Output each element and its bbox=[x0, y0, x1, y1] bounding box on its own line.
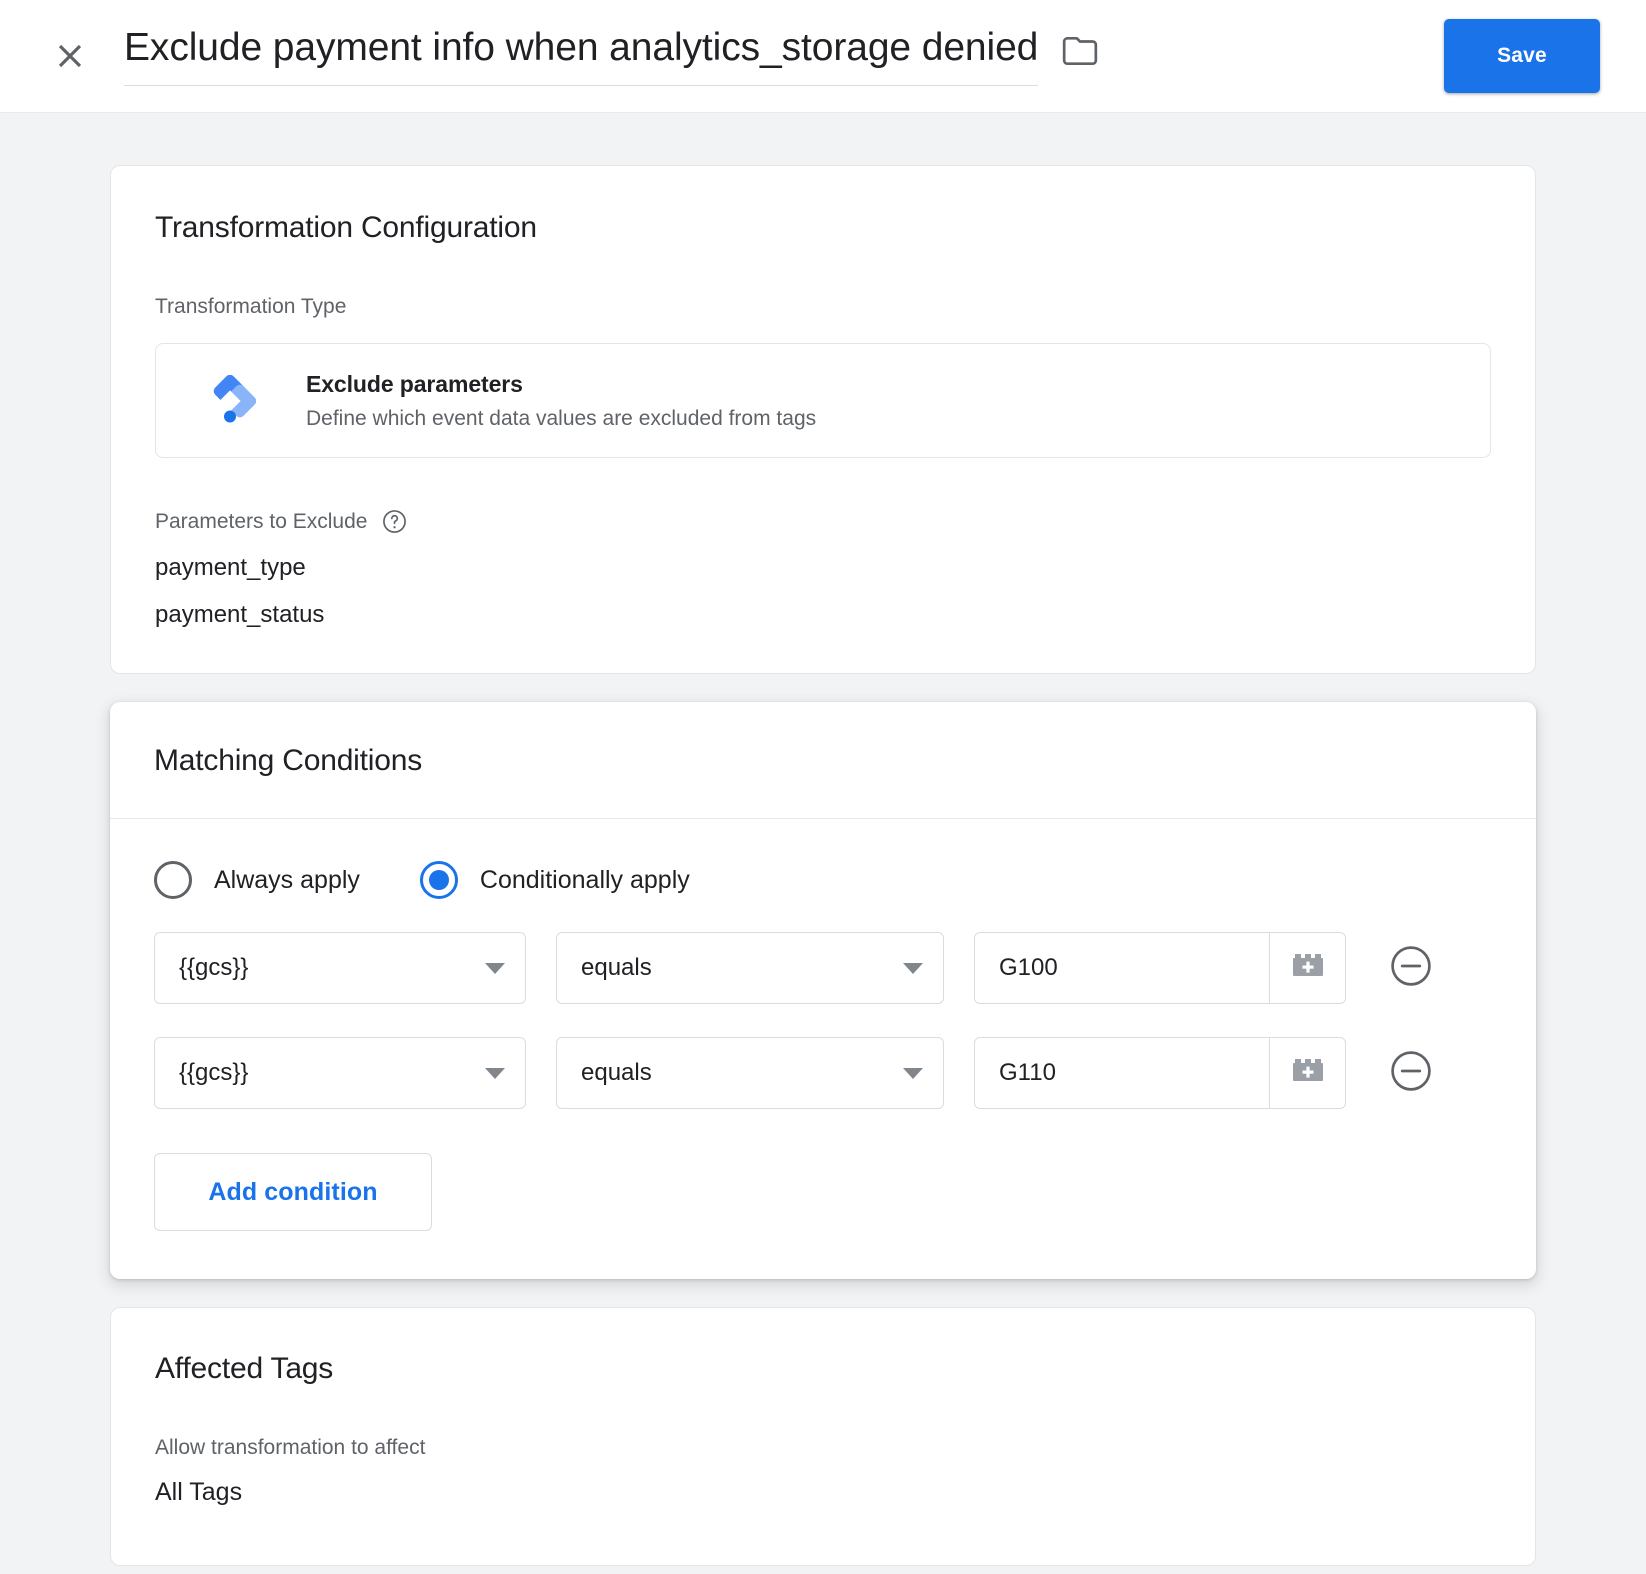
title-area: Exclude payment info when analytics_stor… bbox=[124, 26, 1102, 86]
condition-value-field bbox=[974, 932, 1346, 1004]
lego-brick-plus-icon bbox=[1291, 1056, 1325, 1091]
chevron-down-icon bbox=[485, 962, 505, 974]
transformation-configuration-card: Transformation Configuration Transformat… bbox=[110, 165, 1536, 674]
radio-checked-icon bbox=[419, 861, 458, 899]
transformation-type-name: Exclude parameters bbox=[306, 370, 523, 397]
parameters-to-exclude-header: Parameters to Exclude bbox=[155, 508, 1491, 535]
condition-row: {{gcs}} equals bbox=[154, 1037, 1492, 1109]
condition-operator-value: equals bbox=[581, 1059, 652, 1086]
excluded-parameter-item: payment_status bbox=[155, 601, 325, 628]
condition-operator-select[interactable]: equals bbox=[556, 1037, 944, 1109]
insert-variable-button[interactable] bbox=[1269, 933, 1345, 1003]
transformation-name-input[interactable]: Exclude payment info when analytics_stor… bbox=[124, 26, 1038, 86]
remove-condition-button[interactable] bbox=[1388, 945, 1434, 991]
affected-tags-title: Affected Tags bbox=[155, 1352, 334, 1385]
condition-operator-value: equals bbox=[581, 954, 652, 981]
matching-conditions-card: Matching Conditions Always apply Conditi… bbox=[110, 702, 1536, 1279]
chevron-down-icon bbox=[485, 1067, 505, 1079]
help-circle-icon[interactable] bbox=[381, 508, 408, 535]
matching-conditions-header: Matching Conditions bbox=[110, 702, 1536, 819]
transformation-configuration-title: Transformation Configuration bbox=[155, 211, 537, 244]
radio-conditionally-apply[interactable]: Conditionally apply bbox=[419, 861, 690, 899]
condition-variable-value: {{gcs}} bbox=[179, 1059, 249, 1086]
close-button[interactable] bbox=[44, 30, 96, 82]
condition-variable-value: {{gcs}} bbox=[179, 954, 249, 981]
lego-brick-plus-icon bbox=[1291, 951, 1325, 986]
gtm-diamond-icon bbox=[204, 374, 257, 427]
transformation-type-label: Transformation Type bbox=[155, 295, 347, 318]
condition-row: {{gcs}} equals bbox=[154, 932, 1492, 1004]
excluded-parameter-item: payment_type bbox=[155, 554, 306, 581]
parameters-to-exclude-label: Parameters to Exclude bbox=[155, 509, 368, 533]
chevron-down-icon bbox=[903, 1067, 923, 1079]
transformation-type-description: Define which event data values are exclu… bbox=[306, 406, 817, 430]
condition-value-input[interactable] bbox=[975, 1038, 1269, 1108]
apply-mode-radio-group: Always apply Conditionally apply bbox=[154, 861, 1492, 899]
radio-always-apply-label: Always apply bbox=[214, 865, 360, 894]
radio-conditionally-apply-label: Conditionally apply bbox=[479, 865, 690, 894]
affected-tags-value: All Tags bbox=[155, 1478, 243, 1506]
folder-button[interactable] bbox=[1058, 32, 1102, 76]
remove-condition-button[interactable] bbox=[1388, 1050, 1434, 1096]
condition-value-field bbox=[974, 1037, 1346, 1109]
save-button[interactable]: Save bbox=[1444, 19, 1600, 93]
transformation-type-texts: Exclude parameters Define which event da… bbox=[306, 371, 816, 431]
radio-always-apply[interactable]: Always apply bbox=[154, 861, 360, 899]
add-condition-button[interactable]: Add condition bbox=[154, 1153, 432, 1231]
main-content: Transformation Configuration Transformat… bbox=[0, 113, 1646, 1566]
transformation-type-selector[interactable]: Exclude parameters Define which event da… bbox=[155, 343, 1491, 458]
close-icon bbox=[51, 37, 89, 75]
insert-variable-button[interactable] bbox=[1269, 1038, 1345, 1108]
minus-circle-icon bbox=[1388, 1048, 1434, 1099]
condition-variable-select[interactable]: {{gcs}} bbox=[154, 1037, 526, 1109]
app-header: Exclude payment info when analytics_stor… bbox=[0, 0, 1646, 113]
condition-variable-select[interactable]: {{gcs}} bbox=[154, 932, 526, 1004]
chevron-down-icon bbox=[903, 962, 923, 974]
condition-operator-select[interactable]: equals bbox=[556, 932, 944, 1004]
matching-conditions-title: Matching Conditions bbox=[154, 744, 423, 777]
matching-conditions-body: Always apply Conditionally apply {{gcs}}… bbox=[110, 819, 1536, 1279]
radio-unchecked-icon bbox=[154, 861, 192, 899]
affected-tags-card: Affected Tags Allow transformation to af… bbox=[110, 1307, 1536, 1566]
folder-icon bbox=[1061, 32, 1099, 75]
minus-circle-icon bbox=[1388, 943, 1434, 994]
affected-tags-sublabel: Allow transformation to affect bbox=[155, 1436, 426, 1459]
condition-value-input[interactable] bbox=[975, 933, 1269, 1003]
